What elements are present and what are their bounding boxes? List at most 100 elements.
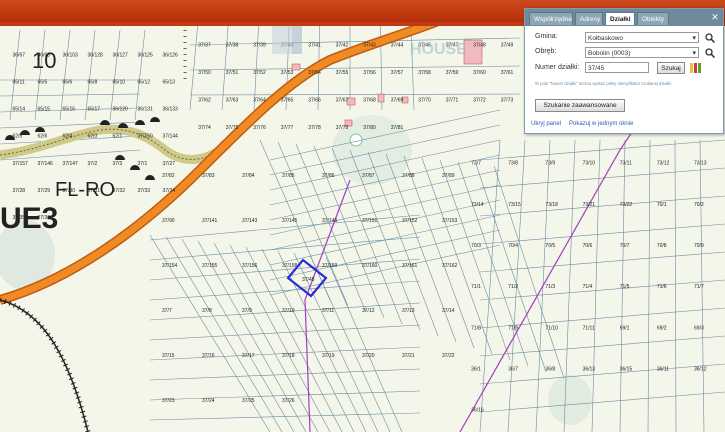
parcel-number-label: 37/18: [282, 353, 295, 359]
parcel-number-label: 65/6: [63, 79, 73, 85]
parcel-number-label: 70/7: [620, 243, 630, 249]
tab-obiekty[interactable]: Obiekty: [637, 12, 669, 25]
parcel-number-label: 70/3: [471, 243, 481, 249]
selected-parcel-label: 37/45: [302, 277, 315, 283]
parcel-number-label: 36/127: [113, 52, 129, 58]
parcel-number-label: 71/9: [508, 325, 518, 331]
yellow-status-icon: [690, 63, 693, 73]
search-panel: Współrzędne Adresy Działki Obiekty ✕ Gmi…: [524, 8, 724, 134]
parcel-number-label: 37/155: [202, 263, 218, 269]
parcel-number-label: 65/11: [13, 79, 25, 85]
parcel-number-label: 37/50: [198, 70, 211, 76]
parcel-number-label: 37/19: [322, 353, 335, 359]
gmina-label: Gmina:: [535, 33, 558, 40]
parcel-number-label: 37/90: [162, 218, 175, 224]
parcel-number-label: 37/56: [363, 70, 376, 76]
parcel-number-label: 37/11: [322, 308, 334, 314]
parcel-number-label: 65/14: [13, 107, 26, 113]
parcel-number-label: 37/81: [391, 125, 404, 131]
parcel-number-label: 37/27: [163, 161, 176, 167]
parcel-number-label: 37/59: [446, 70, 459, 76]
obreb-select[interactable]: Bobolin (0003) ▾: [585, 47, 699, 58]
parcel-number-label: 37/7: [162, 308, 172, 314]
parcel-number-label: 37/141: [202, 218, 218, 224]
parcel-number-label: 65/8: [88, 79, 98, 85]
parcel-number-label: 37/162: [442, 263, 458, 269]
parcel-number-label: 71/6: [657, 284, 667, 290]
szukaj-button[interactable]: Szukaj: [657, 62, 685, 74]
red-status-icon: [694, 63, 697, 73]
parcel-number-label: 37/1: [138, 161, 148, 167]
parcel-number-label: 65/16: [63, 107, 76, 113]
parcel-number-label: 37/17: [242, 353, 255, 359]
parcel-number-label: 36/126: [163, 52, 179, 58]
parcel-number-label: 65/13: [163, 79, 176, 85]
parcel-number-label: 36/16: [471, 408, 484, 414]
parcel-number-label: 37/154: [162, 263, 178, 269]
green-status-icon: [698, 63, 701, 73]
parcel-number-label: 65/15: [38, 107, 51, 113]
parcel-number-label: 37/143: [242, 218, 258, 224]
parcel-number-label: 69/1: [620, 325, 630, 331]
parcel-number-label: 73/14: [471, 202, 484, 208]
parcel-number-label: 37/2: [88, 161, 98, 167]
parcel-number-label: 37/72: [473, 98, 486, 104]
parcel-number-label: 73/13: [694, 161, 707, 167]
parcel-number-label: 37/147: [63, 161, 79, 167]
parcel-number-label: 37/52: [253, 70, 266, 76]
parcel-number-label: 36/1: [471, 366, 481, 372]
parcel-number-label: 73/12: [657, 161, 670, 167]
parcel-number-label: 73/9: [545, 161, 555, 167]
parcel-number-label: 36/7: [508, 366, 518, 372]
parcel-number-label: 37/161: [402, 263, 418, 269]
search-icon[interactable]: [705, 48, 715, 58]
parcel-number-label: 73/11: [620, 161, 632, 167]
parcel-number-label: 36/67: [13, 52, 26, 58]
parcel-number-label: 37/63: [226, 98, 239, 104]
hint-text: W polu "Numer działki" można wpisać pełn…: [535, 81, 672, 86]
parcel-number-label: 37/10: [282, 308, 295, 314]
parcel-number-label: 37/73: [501, 98, 514, 104]
parcel-number-label: 36/15: [620, 366, 633, 372]
pond-area: [548, 375, 592, 425]
parcel-number-label: 62/1: [113, 134, 123, 140]
parcel-number-label: 37/54: [308, 70, 321, 76]
advanced-search-button[interactable]: Szukanie zaawansowane: [535, 99, 625, 112]
parcel-number-label: 37/75: [226, 125, 239, 131]
tab-wspolrzedne[interactable]: Współrzędne: [529, 12, 573, 25]
parcel-number-label: 70/6: [583, 243, 593, 249]
parcel-number-label: 37/23: [162, 398, 175, 404]
close-icon[interactable]: ✕: [710, 12, 720, 22]
search-icon[interactable]: [705, 33, 715, 43]
parcel-number-label: 70/1: [657, 202, 667, 208]
parcel-number-label: 37/61: [501, 70, 514, 76]
parcel-number-label: 36/12: [694, 366, 707, 372]
gmina-select[interactable]: Kołbaskowo ▾: [585, 32, 699, 43]
parcel-number-label: 65/10: [113, 79, 126, 85]
parcel-number-label: 71/11: [583, 325, 595, 331]
parcel-number-label: 37/146: [38, 161, 54, 167]
parcel-number-label: 37/26: [282, 398, 295, 404]
parcel-number-label: 36/131: [138, 107, 154, 113]
parcel-number-label: 37/84: [242, 173, 255, 179]
hide-panel-link[interactable]: Ukryj panel: [531, 121, 561, 127]
parcel-number-label: 37/49: [501, 43, 514, 49]
gmina-value: Kołbaskowo: [588, 35, 624, 42]
parcel-number-label: 37/53: [281, 70, 294, 76]
parcel-number-label: 37/76: [253, 125, 266, 131]
parcel-number-label: 70/2: [694, 202, 704, 208]
single-window-link[interactable]: Pokazuj w jednym oknie: [569, 121, 633, 127]
parcel-number-label: 37/83: [202, 173, 215, 179]
numer-dzialki-input[interactable]: 37/45: [585, 62, 649, 73]
parcel-number-label: 73/18: [545, 202, 558, 208]
parcel-number-label: 37/51: [226, 70, 239, 76]
parcel-number-label: 73/10: [583, 161, 596, 167]
parcel-number-label: 37/157: [13, 161, 29, 167]
parcel-number-label: 37/22: [442, 353, 455, 359]
tab-adresy[interactable]: Adresy: [575, 12, 603, 25]
parcel-number-label: 37/89: [442, 173, 455, 179]
parcel-number-label: 37/79: [336, 125, 349, 131]
tab-dzialki[interactable]: Działki: [605, 12, 635, 25]
parcel-number-label: 37/86: [322, 173, 335, 179]
parcel-number-label: 71/4: [583, 284, 593, 290]
